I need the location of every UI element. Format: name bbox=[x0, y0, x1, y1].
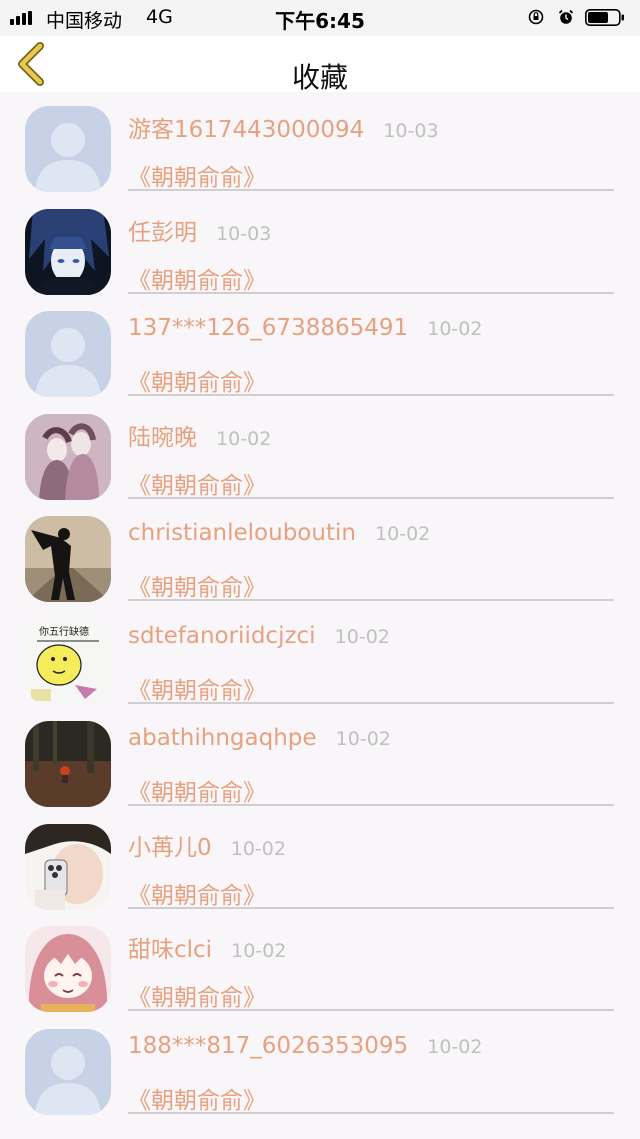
avatar[interactable] bbox=[25, 516, 111, 602]
favorites-list: 游客1617443000094 10-03 《朝朝俞俞》 任彭明 10-03 《… bbox=[0, 92, 640, 1117]
avatar[interactable] bbox=[25, 823, 111, 910]
book-title[interactable]: 《朝朝俞俞》 bbox=[128, 363, 266, 397]
book-title[interactable]: 《朝朝俞俞》 bbox=[128, 261, 266, 295]
avatar[interactable] bbox=[25, 208, 111, 295]
favorite-date: 10-02 bbox=[427, 318, 483, 340]
avatar-image bbox=[25, 516, 111, 602]
avatar-image bbox=[25, 311, 111, 397]
favorite-date: 10-03 bbox=[216, 222, 272, 245]
avatar-image: 你五行缺德 bbox=[25, 618, 111, 705]
list-item[interactable]: christianlelouboutin 10-02 《朝朝俞俞》 bbox=[0, 502, 640, 605]
divider bbox=[128, 394, 614, 396]
avatar-image bbox=[25, 413, 111, 500]
avatar-image bbox=[25, 106, 111, 192]
list-item[interactable]: 陆晼晚 10-02 《朝朝俞俞》 bbox=[0, 400, 640, 503]
user-name: 甜味clci bbox=[128, 937, 213, 963]
book-title[interactable]: 《朝朝俞俞》 bbox=[128, 158, 266, 192]
avatar[interactable] bbox=[25, 1028, 111, 1115]
item-meta: 游客1617443000094 10-03 bbox=[128, 110, 439, 144]
avatar-image bbox=[25, 823, 111, 910]
svg-text:你五行缺德: 你五行缺德 bbox=[39, 625, 89, 638]
book-title[interactable]: 《朝朝俞俞》 bbox=[128, 671, 266, 705]
avatar[interactable] bbox=[25, 311, 111, 397]
divider bbox=[128, 1009, 614, 1011]
user-name: 188***817_6026353095 bbox=[128, 1032, 409, 1059]
avatar-image bbox=[25, 1028, 111, 1115]
item-meta: christianlelouboutin 10-02 bbox=[128, 520, 430, 546]
divider bbox=[128, 906, 614, 909]
favorite-date: 10-02 bbox=[334, 625, 390, 648]
list-item[interactable]: 小苒儿0 10-02 《朝朝俞俞》 bbox=[0, 810, 640, 913]
list-item[interactable]: 任彭明 10-03 《朝朝俞俞》 bbox=[0, 195, 640, 298]
divider bbox=[128, 496, 614, 499]
favorite-date: 10-02 bbox=[216, 427, 272, 450]
user-name: sdtefanoriidcjzci bbox=[128, 622, 316, 649]
item-meta: abathihngaqhpe 10-02 bbox=[128, 725, 391, 751]
item-meta: 188***817_6026353095 10-02 bbox=[128, 1033, 482, 1059]
book-title[interactable]: 《朝朝俞俞》 bbox=[128, 773, 266, 807]
divider bbox=[128, 804, 614, 806]
item-meta: 137***126_6738865491 10-02 bbox=[128, 315, 482, 341]
favorite-date: 10-02 bbox=[231, 940, 287, 962]
favorite-date: 10-02 bbox=[375, 523, 431, 545]
status-time: 下午6:45 bbox=[275, 9, 365, 33]
favorite-date: 10-02 bbox=[230, 837, 286, 860]
battery-icon bbox=[585, 9, 624, 26]
user-name: 小苒儿0 bbox=[128, 834, 212, 861]
avatar[interactable] bbox=[25, 106, 111, 192]
divider bbox=[128, 291, 614, 294]
page-title: 收藏 bbox=[291, 61, 348, 94]
rotation-lock-icon bbox=[528, 9, 544, 25]
book-title[interactable]: 《朝朝俞俞》 bbox=[128, 1081, 266, 1115]
nav-bar: 收藏 bbox=[0, 36, 640, 94]
user-name: 137***126_6738865491 bbox=[128, 315, 409, 341]
book-title[interactable]: 《朝朝俞俞》 bbox=[128, 978, 266, 1012]
avatar-image bbox=[25, 721, 111, 807]
divider bbox=[128, 701, 614, 704]
item-meta: 陆晼晚 10-02 bbox=[128, 418, 271, 452]
list-item[interactable]: 你五行缺德 sdtefanoriidcjzci 10-02 《朝朝俞俞》 bbox=[0, 605, 640, 708]
user-name: abathihngaqhpe bbox=[128, 725, 317, 751]
book-title[interactable]: 《朝朝俞俞》 bbox=[128, 876, 266, 910]
avatar[interactable] bbox=[25, 721, 111, 807]
list-item[interactable]: 甜味clci 10-02 《朝朝俞俞》 bbox=[0, 912, 640, 1015]
book-title[interactable]: 《朝朝俞俞》 bbox=[128, 568, 266, 602]
book-title[interactable]: 《朝朝俞俞》 bbox=[128, 466, 266, 500]
avatar[interactable] bbox=[25, 413, 111, 500]
avatar[interactable]: 你五行缺德 bbox=[25, 618, 111, 705]
avatar-image bbox=[25, 208, 111, 295]
item-meta: 任彭明 10-03 bbox=[128, 213, 271, 247]
item-meta: sdtefanoriidcjzci 10-02 bbox=[128, 623, 390, 649]
list-item[interactable]: abathihngaqhpe 10-02 《朝朝俞俞》 bbox=[0, 707, 640, 810]
list-item[interactable]: 游客1617443000094 10-03 《朝朝俞俞》 bbox=[0, 92, 640, 195]
favorite-date: 10-02 bbox=[427, 1035, 483, 1058]
avatar[interactable] bbox=[25, 926, 111, 1012]
divider bbox=[128, 599, 614, 601]
item-meta: 甜味clci 10-02 bbox=[128, 930, 286, 964]
divider bbox=[128, 1111, 614, 1114]
alarm-icon bbox=[558, 9, 574, 24]
user-name: 陆晼晚 bbox=[128, 424, 197, 451]
user-name: christianlelouboutin bbox=[128, 520, 356, 546]
status-bar: 中国移动 4G 下午6:45 bbox=[0, 0, 640, 36]
divider bbox=[128, 189, 614, 191]
avatar-image bbox=[25, 926, 111, 1012]
user-name: 任彭明 bbox=[128, 219, 197, 246]
item-meta: 小苒儿0 10-02 bbox=[128, 828, 286, 862]
list-item[interactable]: 137***126_6738865491 10-02 《朝朝俞俞》 bbox=[0, 297, 640, 400]
favorite-date: 10-03 bbox=[383, 120, 439, 142]
list-item[interactable]: 188***817_6026353095 10-02 《朝朝俞俞》 bbox=[0, 1015, 640, 1118]
favorite-date: 10-02 bbox=[335, 728, 391, 750]
user-name: 游客1617443000094 bbox=[128, 117, 365, 143]
